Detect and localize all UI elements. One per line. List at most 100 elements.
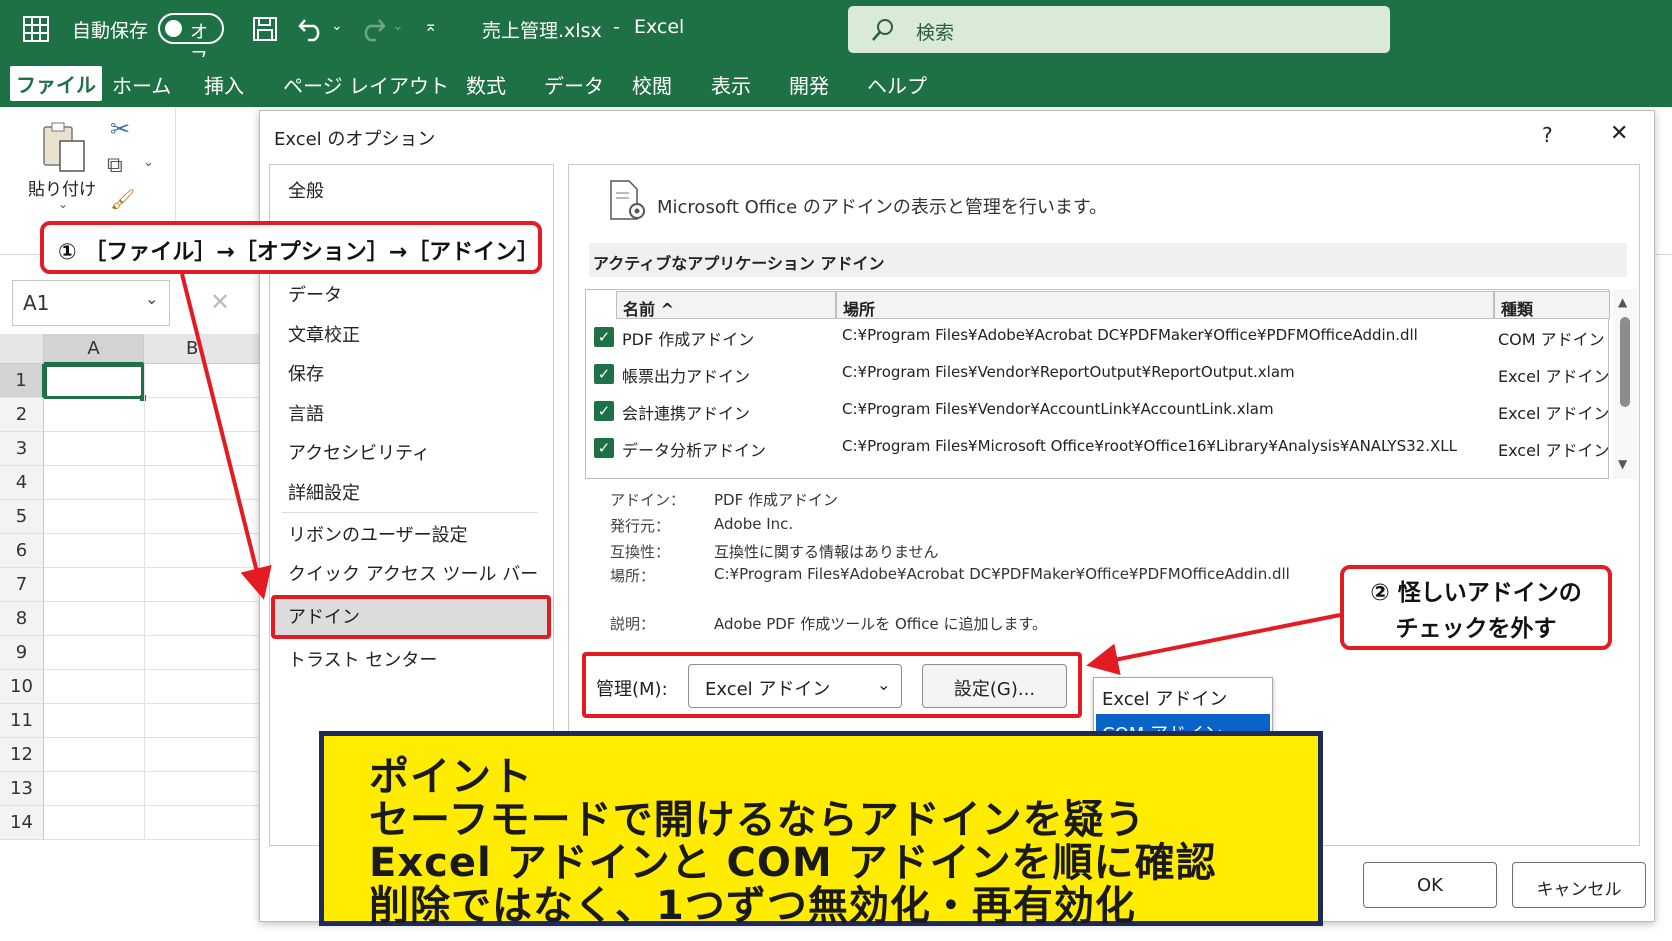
format-painter-icon[interactable]: 🖌	[110, 187, 135, 211]
nav-save[interactable]: 保存	[288, 360, 324, 386]
row-gridline	[44, 839, 264, 840]
manage-select[interactable]: Excel アドイン ⌄	[688, 664, 902, 708]
detail-publisher-value: Adobe Inc.	[714, 515, 794, 533]
scroll-up-icon[interactable]: ▲	[1618, 295, 1627, 309]
detail-desc-label: 説明：	[610, 615, 656, 633]
panel-header-text: Microsoft Office のアドインの表示と管理を行います。	[657, 197, 1108, 218]
row-header[interactable]: 4	[0, 466, 44, 500]
tab-insert[interactable]: 挿入	[204, 70, 244, 99]
tab-view[interactable]: 表示	[711, 70, 751, 99]
active-cell-a1[interactable]	[44, 364, 144, 399]
row-header[interactable]: 9	[0, 636, 44, 670]
ribbon-tabs: ファイル ホーム 挿入 ページ レイアウト 数式 データ 校閲 表示 開発 ヘル…	[0, 57, 1672, 107]
copy-icon[interactable]: ⧉	[107, 153, 123, 178]
row-header[interactable]: 2	[0, 398, 44, 432]
autosave-label: 自動保存	[72, 20, 149, 42]
name-box[interactable]: A1 ⌄	[12, 280, 170, 326]
nav-trust-center[interactable]: トラスト センター	[288, 646, 437, 672]
paste-dropdown-icon[interactable]: ⌄	[58, 197, 68, 211]
row-header[interactable]: 11	[0, 704, 44, 738]
scroll-thumb[interactable]	[1620, 317, 1630, 407]
header-location[interactable]: 場所	[836, 291, 1494, 319]
nav-quick-access[interactable]: クイック アクセス ツール バー	[288, 560, 538, 586]
redo-dropdown-icon[interactable]: ⌄	[392, 18, 404, 34]
addin-checkbox[interactable]: ✓	[594, 364, 614, 384]
copy-dropdown-icon[interactable]: ⌄	[143, 155, 154, 170]
addin-type: Excel アドイン	[1498, 404, 1610, 423]
nav-language[interactable]: 言語	[288, 400, 324, 426]
row-gridline	[44, 499, 264, 500]
addin-checkbox[interactable]: ✓	[594, 401, 614, 421]
row-gridline	[44, 669, 264, 670]
row-header[interactable]: 12	[0, 738, 44, 772]
tab-review[interactable]: 校閲	[632, 70, 672, 99]
row-header[interactable]: 1	[0, 364, 44, 398]
step1-callout: ① ［ファイル］→［オプション］→［アドイン］	[40, 221, 542, 274]
chevron-down-icon: ⌄	[877, 675, 891, 694]
name-box-dropdown-icon[interactable]: ⌄	[145, 289, 158, 308]
search-box[interactable]: 検索	[848, 6, 1390, 53]
addin-name: 会計連携アドイン	[622, 404, 751, 423]
help-button[interactable]: ?	[1542, 123, 1553, 147]
row-gridline	[44, 431, 264, 432]
close-button[interactable]: ✕	[1610, 121, 1628, 146]
redo-icon[interactable]	[357, 16, 387, 42]
tab-formulas[interactable]: 数式	[466, 70, 506, 99]
row-header[interactable]: 14	[0, 806, 44, 840]
undo-icon[interactable]	[297, 16, 327, 42]
autosave-toggle[interactable]: オフ	[158, 13, 224, 69]
addin-name: データ分析アドイン	[622, 441, 767, 460]
addin-checkbox[interactable]: ✓	[594, 438, 614, 458]
column-header-a[interactable]: A	[44, 334, 144, 364]
detail-addin-label: アドイン：	[610, 491, 686, 509]
row-header[interactable]: 8	[0, 602, 44, 636]
cancel-entry-icon[interactable]: ✕	[210, 288, 230, 316]
row-gridline	[44, 601, 264, 602]
addins-highlight-box	[271, 595, 551, 639]
row-header[interactable]: 7	[0, 568, 44, 602]
table-scrollbar[interactable]: ▲ ▼	[1613, 289, 1637, 479]
step2-line2: チェックを外す	[1395, 616, 1557, 642]
step1-text: ① ［ファイル］→［オプション］→［アドイン］	[58, 240, 540, 265]
row-header[interactable]: 3	[0, 432, 44, 466]
ok-button[interactable]: OK	[1363, 862, 1497, 908]
tab-file[interactable]: ファイル	[10, 66, 102, 101]
addin-location: C:¥Program Files¥Vendor¥ReportOutput¥Rep…	[842, 363, 1295, 381]
nav-advanced[interactable]: 詳細設定	[288, 479, 360, 505]
point-summary-box: ポイント セーフモードで開けるならアドインを疑う Excel アドインと COM…	[319, 731, 1323, 929]
header-name[interactable]: 名前 ^	[616, 291, 836, 319]
nav-divider	[282, 512, 538, 513]
tab-home[interactable]: ホーム	[112, 70, 171, 99]
fill-handle[interactable]	[140, 395, 146, 401]
header-type[interactable]: 種類	[1494, 291, 1610, 319]
addin-location: C:¥Program Files¥Adobe¥Acrobat DC¥PDFMak…	[842, 326, 1418, 344]
go-button[interactable]: 設定(G)...	[922, 664, 1067, 708]
nav-data[interactable]: データ	[288, 281, 342, 307]
nav-general[interactable]: 全般	[288, 177, 324, 203]
scroll-down-icon[interactable]: ▼	[1618, 457, 1627, 471]
addin-name: PDF 作成アドイン	[622, 330, 755, 349]
option-excel-addin[interactable]: Excel アドイン	[1094, 678, 1272, 714]
row-header[interactable]: 13	[0, 772, 44, 806]
row-header[interactable]: 10	[0, 670, 44, 704]
tab-page-layout[interactable]: ページ レイアウト	[283, 70, 449, 99]
nav-proofing[interactable]: 文章校正	[288, 321, 360, 347]
select-all-corner[interactable]	[0, 334, 44, 364]
excel-grid-icon[interactable]	[22, 15, 50, 43]
tab-help[interactable]: ヘルプ	[867, 70, 927, 99]
row-header[interactable]: 6	[0, 534, 44, 568]
cancel-button[interactable]: キャンセル	[1512, 862, 1646, 908]
undo-dropdown-icon[interactable]: ⌄	[331, 18, 343, 34]
tab-data[interactable]: データ	[544, 70, 604, 99]
row-header[interactable]: 5	[0, 500, 44, 534]
addin-name: 帳票出力アドイン	[622, 367, 751, 386]
nav-accessibility[interactable]: アクセシビリティ	[288, 439, 430, 465]
customize-qat-icon[interactable]: ⌅	[424, 16, 437, 35]
save-icon[interactable]	[252, 16, 278, 42]
column-header-b[interactable]: B	[144, 334, 264, 364]
tab-developer[interactable]: 開発	[789, 70, 829, 99]
nav-customize-ribbon[interactable]: リボンのユーザー設定	[288, 521, 468, 547]
addin-checkbox[interactable]: ✓	[594, 327, 614, 347]
paste-icon[interactable]	[40, 121, 88, 173]
cut-icon[interactable]: ✂	[110, 115, 130, 143]
